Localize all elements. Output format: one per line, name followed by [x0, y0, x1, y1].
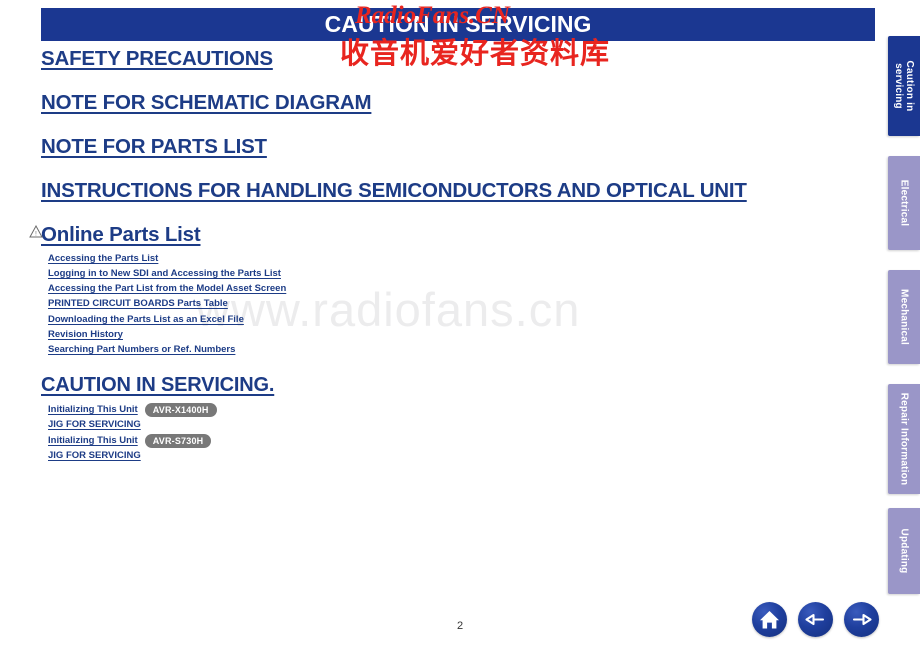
tab-mechanical-label: Mechanical	[898, 289, 910, 345]
section-tab-strip: Caution in servicing Electrical Mechanic…	[882, 0, 920, 651]
tab-caution-in-servicing[interactable]: Caution in servicing	[888, 36, 920, 136]
caution-row-initializing-s730h: Initializing This Unit AVR-S730H	[48, 434, 212, 448]
tab-repair-information-label: Repair Information	[898, 392, 910, 486]
arrow-left-icon	[805, 613, 825, 626]
caution-row-jig-servicing-2: JIG FOR SERVICING	[48, 450, 141, 461]
home-icon	[760, 611, 779, 629]
table-of-contents: SAFETY PRECAUTIONS NOTE FOR SCHEMATIC DI…	[0, 0, 880, 651]
sublink-downloading-excel-file[interactable]: Downloading the Parts List as an Excel F…	[48, 314, 244, 325]
sublink-initializing-this-unit-2[interactable]: Initializing This Unit	[48, 435, 138, 446]
tab-updating-label: Updating	[898, 528, 910, 574]
toc-link-caution-in-servicing[interactable]: CAUTION IN SERVICING.	[41, 374, 274, 397]
toc-link-online-parts-list[interactable]: Online Parts List	[41, 223, 201, 247]
sublink-revision-history[interactable]: Revision History	[48, 329, 123, 340]
page-navigation-controls	[750, 602, 880, 640]
sublink-logging-in-new-sdi[interactable]: Logging in to New SDI and Accessing the …	[48, 268, 281, 279]
caution-row-jig-servicing-1: JIG FOR SERVICING	[48, 419, 141, 430]
tab-line-2: servicing	[893, 63, 904, 109]
home-button[interactable]	[752, 602, 787, 637]
tab-updating[interactable]: Updating	[888, 508, 920, 594]
sublink-accessing-the-parts-list[interactable]: Accessing the Parts List	[48, 253, 158, 264]
tab-mechanical[interactable]: Mechanical	[888, 270, 920, 364]
sublink-jig-for-servicing[interactable]: JIG FOR SERVICING	[48, 419, 141, 430]
sublink-initializing-this-unit[interactable]: Initializing This Unit	[48, 404, 138, 415]
sublink-printed-circuit-boards-parts-table[interactable]: PRINTED CIRCUIT BOARDS Parts Table	[48, 298, 228, 309]
tab-caution-in-servicing-label: Caution in servicing	[893, 61, 915, 112]
sublink-searching-part-numbers[interactable]: Searching Part Numbers or Ref. Numbers	[48, 344, 235, 355]
model-badge-avr-s730h: AVR-S730H	[144, 434, 212, 448]
tab-electrical-label: Electrical	[898, 179, 910, 227]
toc-link-note-parts-list[interactable]: NOTE FOR PARTS LIST	[41, 135, 267, 159]
pdf-page: www.radiofans.cn CAUTION IN SERVICING Ra…	[0, 0, 920, 651]
caution-row-initializing-x1400h: Initializing This Unit AVR-X1400H	[48, 403, 217, 417]
previous-page-button[interactable]	[798, 602, 833, 637]
arrow-right-icon	[852, 613, 872, 626]
toc-link-note-schematic-diagram[interactable]: NOTE FOR SCHEMATIC DIAGRAM	[41, 91, 372, 115]
caution-triangle-icon: !	[29, 224, 43, 238]
toc-link-instructions-semiconductors[interactable]: INSTRUCTIONS FOR HANDLING SEMICONDUCTORS…	[41, 179, 747, 203]
tab-repair-information[interactable]: Repair Information	[888, 384, 920, 494]
next-page-button[interactable]	[844, 602, 879, 637]
model-badge-avr-x1400h: AVR-X1400H	[144, 403, 217, 417]
toc-link-safety-precautions[interactable]: SAFETY PRECAUTIONS	[41, 47, 273, 71]
sublink-jig-for-servicing-2[interactable]: JIG FOR SERVICING	[48, 450, 141, 461]
tab-line-1: Caution in	[904, 60, 915, 112]
tab-electrical[interactable]: Electrical	[888, 156, 920, 250]
sublink-accessing-model-asset-screen[interactable]: Accessing the Part List from the Model A…	[48, 283, 286, 294]
